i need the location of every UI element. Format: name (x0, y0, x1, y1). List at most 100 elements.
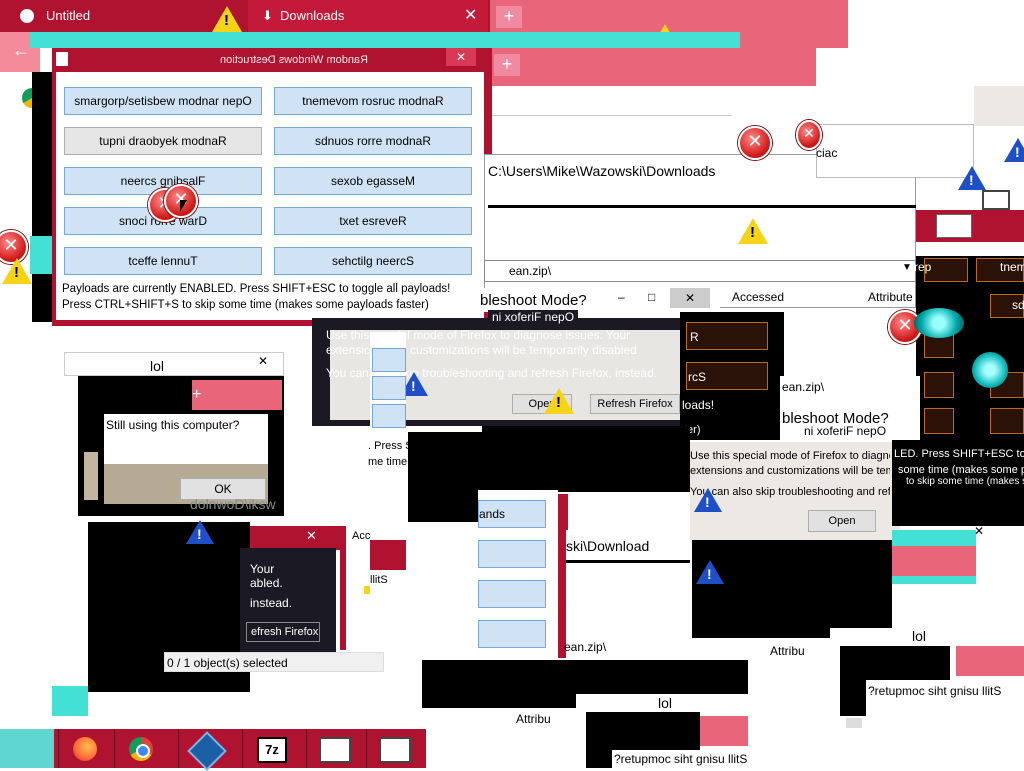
skip-time-fragment: to skip some time (makes som (906, 476, 1024, 487)
sd-fragment: sd (1012, 298, 1024, 312)
black-glitch-block (32, 72, 52, 322)
rcs-fragment: rcS (688, 370, 706, 384)
black-glitch-block (692, 540, 892, 638)
explorer-divider (488, 205, 916, 208)
firefox-dialog-titlebar (250, 526, 340, 550)
column-button[interactable]: ands (478, 500, 546, 528)
column-button[interactable] (478, 620, 546, 648)
info-icon: ! (696, 560, 724, 584)
dark-dialog-button[interactable] (924, 408, 954, 434)
tab-title: Untitled (46, 8, 91, 23)
led-press-fragment: LED. Press SHIFT+ESC to (894, 448, 1024, 460)
accessed-fragment: Acc (352, 530, 371, 542)
firefox-icon[interactable] (58, 729, 111, 768)
close-x-fragment[interactable]: ✕ (974, 524, 984, 538)
dark-dialog-button[interactable] (924, 372, 954, 398)
warning-icon: ! (738, 218, 768, 244)
strip-button[interactable] (372, 376, 406, 400)
reversed-message: ?retupmoc siht gnisu llitS (614, 752, 748, 766)
loads-fragment: loads! (682, 398, 715, 412)
lol-dialog-3-title: lol (912, 628, 927, 644)
back-arrow-icon[interactable]: ← (12, 40, 30, 61)
explorer-file-fragment-2: ean.zip\ (564, 640, 607, 654)
address-bar-area (480, 86, 732, 116)
chrome-icon[interactable] (114, 729, 167, 768)
chevron-down-icon[interactable]: ▼ (902, 262, 912, 273)
message-boxes-button[interactable]: sexob egasseM (274, 167, 472, 195)
close-tab-icon[interactable]: ✕ (464, 0, 477, 32)
press-fragment: . Press S (368, 440, 413, 452)
lol-message: Still using this computer? (106, 418, 240, 432)
explorer-path-fragment: ski\Download (566, 538, 650, 554)
virtualbox-icon[interactable] (178, 729, 231, 771)
warning-icon: ! (544, 388, 574, 414)
troubleshoot-line-2b: extensions and customizations will be te… (690, 465, 890, 477)
troubleshoot-title: bleshoot Mode? (480, 292, 587, 309)
instead-fragment: instead. (250, 596, 293, 610)
random-error-sounds-button[interactable]: sdnuos rorre modnaR (274, 127, 472, 155)
right-window (974, 86, 1024, 126)
main-dialog-title: Random Windows Destruction (220, 54, 368, 66)
troubleshoot-refresh-button[interactable]: Refresh Firefox (590, 394, 680, 414)
random-cursor-movement-button[interactable]: tnemevom rosruc modnaR (274, 87, 472, 115)
random-keyboard-input-button[interactable]: tupni draobyek modnaR (64, 127, 262, 155)
object-status-bar: 0 / 1 object(s) selected (164, 652, 384, 672)
download-icon: ⬇ (262, 8, 273, 23)
strip-button[interactable] (372, 348, 406, 372)
column-button[interactable] (478, 580, 546, 608)
tab-downloads[interactable]: ⬇ Downloads ✕ (248, 0, 488, 32)
new-tab-button[interactable]: + (494, 54, 520, 76)
tunnel-error-icon (914, 308, 964, 338)
window-icon-2[interactable] (366, 729, 419, 768)
payload-status-line-1: Payloads are currently ENABLED. Press SH… (62, 283, 451, 295)
reverse-text-button[interactable]: txet esreveR (274, 207, 472, 235)
lol-dialog-title: lol (150, 358, 165, 374)
pink-glitch-bar (956, 646, 1024, 676)
explorer-divider (566, 560, 690, 563)
start-button[interactable] (0, 729, 54, 768)
lol-close-button[interactable]: ✕ (250, 354, 276, 372)
explorer-file-field[interactable]: ean.zip\ (484, 260, 916, 282)
metime-fragment: me time (368, 456, 408, 468)
new-tab-button[interactable]: + (496, 6, 522, 28)
troubleshoot-maximize[interactable]: □ (648, 290, 655, 304)
dark-dialog-button[interactable] (990, 408, 1024, 434)
explorer-path: C:\Users\Mike\Wazowski\Downloads (488, 163, 716, 179)
error-icon: ✕ (738, 126, 772, 160)
troubleshoot-close[interactable]: ✕ (670, 288, 710, 308)
rep-fragment: rep (914, 260, 932, 274)
troubleshoot-open-button-2[interactable]: Open (808, 510, 876, 532)
new-tab-button[interactable]: + (192, 386, 201, 404)
warning-icon: ! (2, 258, 32, 284)
firefox-dialog-close[interactable]: ✕ (306, 528, 317, 544)
left-gray-box (84, 452, 98, 500)
strip-button[interactable] (372, 404, 406, 428)
troubleshoot-open-fragment: ni xoferiF nepO (488, 310, 579, 324)
mouse-cursor-icon (180, 200, 187, 212)
column-attributes[interactable]: Attribute (868, 290, 913, 304)
lol-dialog-2-title: lol (658, 695, 673, 711)
screen-glitches-button[interactable]: sehctilg neercS (274, 247, 472, 275)
bottom-right-gray (846, 718, 862, 728)
ciac-fragment: ciac (816, 146, 838, 160)
tab-untitled[interactable]: Untitled (0, 0, 245, 32)
column-button[interactable] (478, 540, 546, 568)
firefox-tab-icon (20, 9, 34, 23)
main-dialog-close-button[interactable]: ✕ (446, 48, 476, 66)
window-icon[interactable] (306, 729, 359, 768)
stills-fragment: llitS (370, 574, 388, 586)
open-random-websites-button[interactable]: smargorp/setisbew modnar nepO (64, 87, 262, 115)
pink-glitch-bar (192, 380, 282, 410)
some-time-fragment: some time (makes some pa (898, 464, 1024, 476)
tunnel-effect-button[interactable]: tceffe lennuT (64, 247, 262, 275)
pink-glitch-bar (700, 716, 748, 746)
troubleshoot-minimize[interactable]: – (618, 290, 625, 304)
cyan-glitch-bar (52, 686, 88, 716)
refresh-firefox-button[interactable]: efresh Firefox (246, 622, 320, 642)
r-fragment: R (690, 330, 699, 344)
tunnel-error-icon (972, 352, 1008, 388)
column-accessed[interactable]: Accessed (732, 290, 784, 304)
reversed-message-2: ?retupmoc siht gnisu llitS (868, 684, 1002, 698)
warning-icon: ! (212, 6, 242, 32)
7zip-icon[interactable]: 7z (242, 729, 295, 768)
